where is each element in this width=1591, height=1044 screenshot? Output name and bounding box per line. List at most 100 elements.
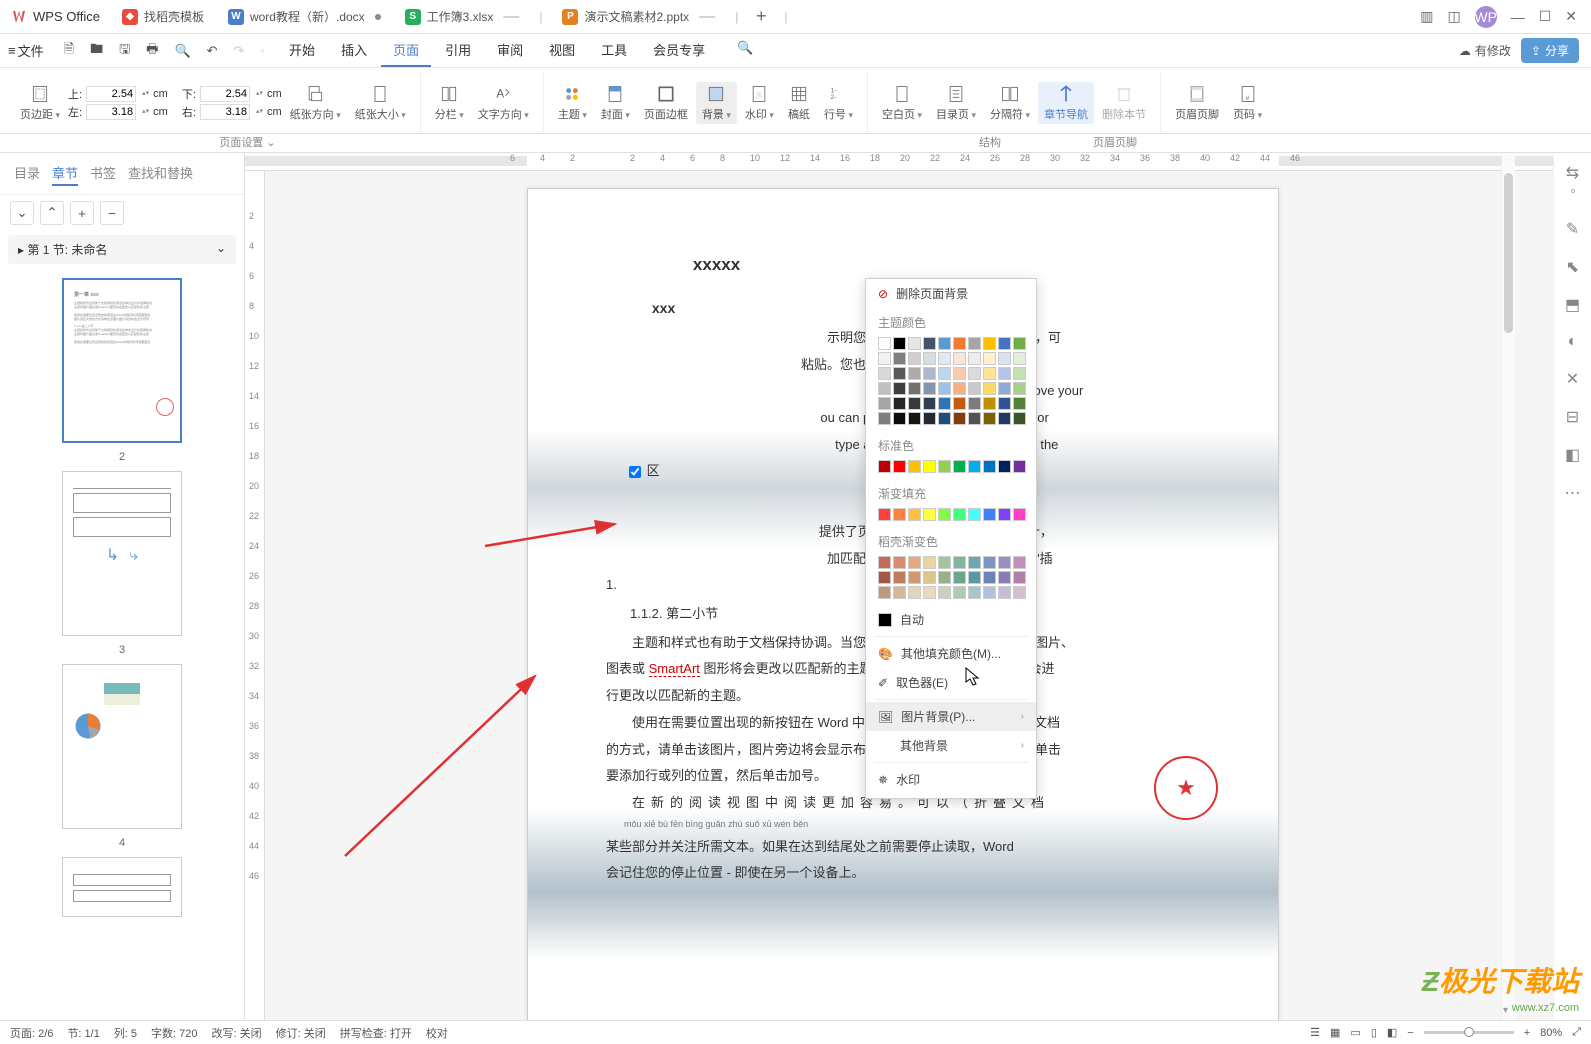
status-col[interactable]: 列: 5 xyxy=(114,1025,137,1041)
color-swatch[interactable] xyxy=(1013,382,1026,395)
color-swatch[interactable] xyxy=(878,337,891,350)
status-words[interactable]: 字数: 720 xyxy=(151,1025,197,1041)
color-swatch[interactable] xyxy=(968,382,981,395)
tab-doc-ppt[interactable]: P 演示文稿素材2.pptx — xyxy=(550,2,727,32)
color-swatch[interactable] xyxy=(968,556,981,569)
tab-tools[interactable]: 工具 xyxy=(589,34,639,67)
settings-toggle-icon[interactable]: ⇆ ◦ xyxy=(1566,163,1579,201)
status-track[interactable]: 改写: 关闭 xyxy=(212,1025,262,1041)
status-section[interactable]: 节: 1/1 xyxy=(67,1025,99,1041)
color-swatch[interactable] xyxy=(968,367,981,380)
color-swatch[interactable] xyxy=(953,352,966,365)
view-mode-icon[interactable]: ▭ xyxy=(1350,1026,1360,1039)
watermark-item[interactable]: ✵ 水印 xyxy=(866,765,1036,794)
view-mode-icon[interactable]: ▦ xyxy=(1330,1026,1340,1039)
color-swatch[interactable] xyxy=(938,397,951,410)
blank-page-button[interactable]: 空白页 xyxy=(876,82,928,124)
color-swatch[interactable] xyxy=(938,556,951,569)
color-swatch[interactable] xyxy=(998,508,1011,521)
tab-page[interactable]: 页面 xyxy=(381,34,431,67)
chapter-nav-button[interactable]: 章节导航 xyxy=(1038,82,1094,124)
tab-reference[interactable]: 引用 xyxy=(433,34,483,67)
color-swatch[interactable] xyxy=(998,460,1011,473)
line-number-button[interactable]: 1-2-行号 xyxy=(818,82,859,124)
cube-icon[interactable]: ◫ xyxy=(1447,8,1460,25)
thumbnail-page-4[interactable] xyxy=(62,664,182,829)
color-swatch[interactable] xyxy=(953,586,966,599)
minimize-button[interactable]: — xyxy=(1511,9,1525,25)
color-swatch[interactable] xyxy=(983,571,996,584)
color-swatch[interactable] xyxy=(1013,352,1026,365)
minimize-icon[interactable]: — xyxy=(699,8,715,26)
tab-template[interactable]: ◆ 找稻壳模板 xyxy=(110,2,216,32)
margin-left-input[interactable] xyxy=(86,104,136,120)
color-swatch[interactable] xyxy=(923,586,936,599)
close-button[interactable]: ✕ xyxy=(1565,8,1577,25)
separator-button[interactable]: 分隔符 xyxy=(984,82,1036,124)
color-swatch[interactable] xyxy=(998,571,1011,584)
up-button[interactable]: ⌃ xyxy=(40,201,64,225)
color-swatch[interactable] xyxy=(1013,508,1026,521)
smartart-text[interactable]: SmartArt xyxy=(649,661,700,677)
manuscript-button[interactable]: 稿纸 xyxy=(782,82,816,124)
add-tab-button[interactable]: + xyxy=(746,6,776,27)
color-swatch[interactable] xyxy=(983,460,996,473)
redo-icon[interactable]: ↷ xyxy=(228,39,251,63)
color-swatch[interactable] xyxy=(983,382,996,395)
nav-tab-toc[interactable]: 目录 xyxy=(14,161,40,186)
remove-button[interactable]: − xyxy=(100,201,124,225)
tab-view[interactable]: 视图 xyxy=(537,34,587,67)
tab-member[interactable]: 会员专享 xyxy=(641,34,717,67)
zoom-out-button[interactable]: − xyxy=(1407,1027,1413,1039)
collapse-button[interactable]: ⌄ xyxy=(10,201,34,225)
color-swatch[interactable] xyxy=(923,352,936,365)
color-swatch[interactable] xyxy=(923,556,936,569)
color-swatch[interactable] xyxy=(893,571,906,584)
color-swatch[interactable] xyxy=(983,556,996,569)
more-colors-item[interactable]: 🎨 其他填充颜色(M)... xyxy=(866,639,1036,668)
highlight-icon[interactable]: ⬒ xyxy=(1565,295,1580,315)
modify-status[interactable]: ☁ 有修改 xyxy=(1459,42,1511,59)
view-mode-icon[interactable]: ☰ xyxy=(1310,1026,1320,1039)
color-swatch[interactable] xyxy=(953,397,966,410)
color-swatch[interactable] xyxy=(953,367,966,380)
color-swatch[interactable] xyxy=(893,352,906,365)
color-swatch[interactable] xyxy=(1013,412,1026,425)
color-swatch[interactable] xyxy=(938,412,951,425)
color-swatch[interactable] xyxy=(983,412,996,425)
color-swatch[interactable] xyxy=(1013,460,1026,473)
color-swatch[interactable] xyxy=(878,397,891,410)
color-swatch[interactable] xyxy=(878,460,891,473)
color-swatch[interactable] xyxy=(968,352,981,365)
color-swatch[interactable] xyxy=(938,586,951,599)
thumbnail-page-5[interactable] xyxy=(62,857,182,917)
file-menu[interactable]: ≡文件 xyxy=(0,41,52,60)
vertical-ruler[interactable]: 2468101214161820222426283032343638404244… xyxy=(245,171,265,1020)
other-bg-item[interactable]: 其他背景 › xyxy=(866,731,1036,760)
view-mode-icon[interactable]: ▯ xyxy=(1371,1026,1377,1039)
color-swatch[interactable] xyxy=(908,556,921,569)
color-swatch[interactable] xyxy=(968,337,981,350)
color-swatch[interactable] xyxy=(923,460,936,473)
color-swatch[interactable] xyxy=(878,412,891,425)
color-swatch[interactable] xyxy=(938,508,951,521)
scrollbar-thumb[interactable] xyxy=(1504,173,1513,333)
margin-bottom-input[interactable] xyxy=(200,86,250,102)
color-swatch[interactable] xyxy=(998,556,1011,569)
color-swatch[interactable] xyxy=(923,412,936,425)
color-swatch[interactable] xyxy=(953,382,966,395)
group-page-setup-label[interactable]: 页面设置 ⌄ xyxy=(10,134,485,150)
comment-icon[interactable]: ◧ xyxy=(1565,445,1580,465)
minimize-icon[interactable]: — xyxy=(503,8,519,26)
color-swatch[interactable] xyxy=(893,556,906,569)
nav-tab-find[interactable]: 查找和替换 xyxy=(128,161,193,186)
color-picker-item[interactable]: ✐ 取色器(E) xyxy=(866,668,1036,697)
checkbox-input[interactable] xyxy=(629,466,641,478)
status-spell[interactable]: 拼写检查: 打开 xyxy=(340,1025,412,1041)
header-footer-button[interactable]: 页眉页脚 xyxy=(1169,82,1225,124)
color-swatch[interactable] xyxy=(908,367,921,380)
color-swatch[interactable] xyxy=(953,556,966,569)
maximize-button[interactable]: ☐ xyxy=(1539,8,1552,25)
color-swatch[interactable] xyxy=(908,397,921,410)
color-swatch[interactable] xyxy=(968,586,981,599)
